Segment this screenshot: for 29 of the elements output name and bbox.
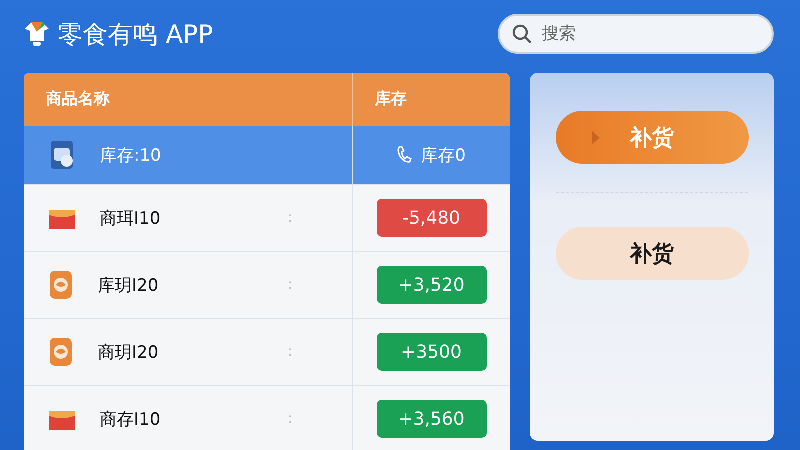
product-name: 商珥I10 — [100, 208, 161, 230]
logo-icon — [24, 19, 50, 49]
separator-mark: : — [288, 277, 293, 293]
separator-mark: : — [288, 411, 293, 427]
snack-bag-icon — [48, 139, 76, 171]
stock-badge: +3,560 — [376, 400, 486, 438]
product-name: 库存:10 — [100, 144, 162, 166]
product-name: 商存I10 — [100, 408, 161, 430]
snack-sack-icon — [48, 336, 74, 368]
app-title: 零食有鸣 APP — [58, 18, 214, 50]
column-header: 商品名称 — [45, 88, 111, 110]
table-row[interactable]: 库玥I20 : +3,520 — [24, 252, 510, 319]
table-row[interactable]: 商玥I20 : +3500 — [24, 319, 510, 386]
chevron-icon — [590, 128, 602, 146]
snack-sack-icon — [48, 269, 74, 301]
separator-mark: : — [288, 344, 293, 360]
product-name: 库玥I20 — [98, 274, 159, 296]
table-row[interactable]: 商珥I10 : -5,480 — [24, 185, 510, 252]
search-field[interactable]: 搜索 — [540, 23, 760, 45]
restock-button[interactable]: 补货 — [556, 227, 748, 280]
search-icon — [512, 24, 532, 44]
product-name: 商玥I20 — [98, 342, 159, 364]
stock-badge: +3,520 — [376, 266, 486, 304]
search-bar[interactable]: 搜索 — [498, 14, 774, 54]
stock-badge: -5,480 — [376, 199, 486, 237]
stock-badge: +3500 — [376, 333, 486, 371]
phone-icon — [397, 146, 414, 164]
stock-text: 库存0 — [421, 144, 466, 166]
separator-mark: : — [288, 210, 293, 226]
